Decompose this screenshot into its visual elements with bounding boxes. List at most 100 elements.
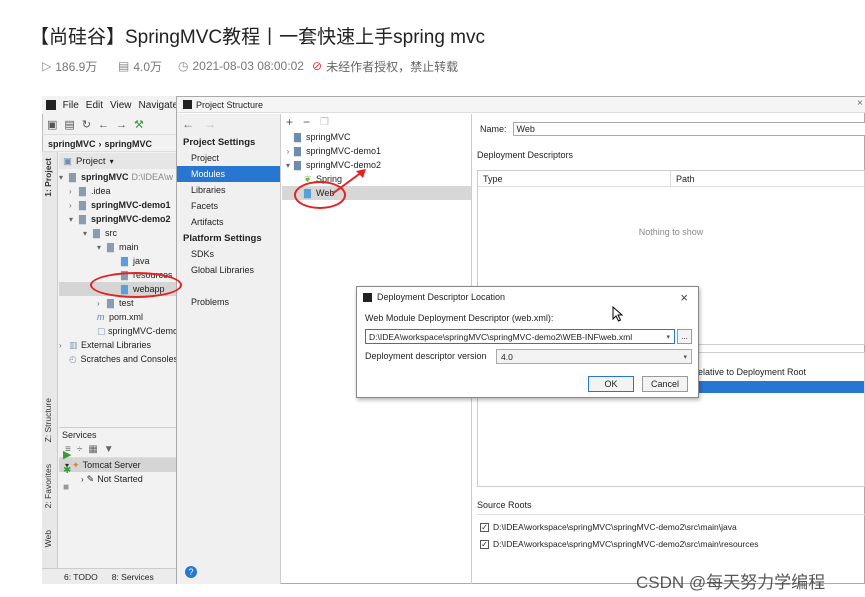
nav-item-global-libraries[interactable]: Global Libraries [177,262,280,278]
open-folder-icon[interactable]: ▣ [47,118,57,131]
ide-bottombar: 6: TODO 8: Services [42,568,178,584]
project-view-header[interactable]: ▣ Project ▾ [59,153,178,169]
module-item[interactable]: ▾ ▇ springMVC-demo2 [282,158,471,172]
chevron-down-icon[interactable]: ▾ [666,333,670,341]
ok-button[interactable]: OK [588,376,634,392]
version-select[interactable]: 4.0 ▾ [496,349,692,364]
folder-icon: ▇ [107,297,114,308]
back-icon[interactable]: ← [98,119,109,131]
tab-favorites[interactable]: 2: Favorites [43,464,53,508]
group-icon[interactable]: ▦ [88,444,97,455]
name-row: Name: Web [480,122,865,136]
forward-icon[interactable]: → [204,117,216,131]
tab-services[interactable]: 8: Services [112,572,154,582]
filter-icon[interactable]: ▼ [104,444,114,455]
nav-item-artifacts[interactable]: Artifacts [177,214,280,230]
path-label: Web Module Deployment Descriptor (web.xm… [365,313,554,323]
close-icon[interactable]: × [857,98,863,109]
menu-navigate[interactable]: Navigate [139,100,178,111]
empty-text: Nothing to show [638,227,704,237]
tree-item[interactable]: m pom.xml [59,310,178,324]
service-tomcat[interactable]: ▾ ✦ Tomcat Server [59,458,178,472]
tree-item[interactable]: ▾ ▇ main [59,240,178,254]
sync-icon[interactable]: ↻ [82,118,91,131]
nav-item-facets[interactable]: Facets [177,198,280,214]
no-repost-notice: ⊘ 未经作者授权，禁止转载 [312,59,459,74]
nav-item-modules[interactable]: Modules [177,166,280,182]
project-structure-titlebar: Project Structure [177,97,865,113]
services-title: Services [62,430,97,440]
menu-edit[interactable]: Edit [86,100,103,111]
tab-project[interactable]: 1: Project [43,158,53,197]
tree-item[interactable]: ▾ ▇ springMVC-demo2 [59,212,178,226]
collapse-icon[interactable]: ÷ [77,444,83,455]
menu-file[interactable]: File [63,100,79,111]
tree-item[interactable]: ◴ Scratches and Consoles [59,352,178,366]
tree-item[interactable]: › ▇ test [59,296,178,310]
col-type[interactable]: Type [478,171,671,186]
nav-item-problems[interactable]: Problems [177,294,280,310]
nav-section-platform-settings: Platform Settings [183,232,262,244]
save-icon[interactable]: ▤ [64,118,74,131]
tree-item[interactable]: › ▥ External Libraries [59,338,178,352]
tab-todo[interactable]: 6: TODO [64,572,98,582]
source-root-item[interactable]: ✓ D:\IDEA\workspace\springMVC\springMVC-d… [480,539,758,549]
nav-item-libraries[interactable]: Libraries [177,182,280,198]
tree-item[interactable]: ▾ ▇ src [59,226,178,240]
modules-toolbar: + − ❐ [282,114,471,130]
dialog-titlebar: Deployment Descriptor Location [357,287,698,307]
debug-icon[interactable]: ✱ [63,465,71,476]
deployment-descriptor-dialog: Deployment Descriptor Location × Web Mod… [356,286,699,398]
deployment-descriptors-label: Deployment Descriptors [477,150,574,160]
nav-section-project-settings: Project Settings [183,136,256,148]
window-title: Project Structure [196,99,264,110]
breadcrumb-item[interactable]: springMVC [48,139,96,149]
browse-button[interactable]: ... [677,329,692,344]
nav-item-project[interactable]: Project [177,150,280,166]
side-tool-strip: 1: Project Z: Structure 2: Favorites Web [42,152,58,582]
maven-icon: m [97,312,105,322]
service-not-started[interactable]: › ✎ Not Started [59,472,178,486]
library-icon: ▥ [69,339,78,350]
name-input[interactable]: Web [512,122,865,136]
tab-structure[interactable]: Z: Structure [43,398,53,442]
remove-icon[interactable]: − [303,115,310,129]
divider [477,514,865,515]
checkbox-checked-icon[interactable]: ✓ [480,539,489,549]
source-root-item[interactable]: ✓ D:\IDEA\workspace\springMVC\springMVC-d… [480,522,737,532]
services-toolbar: ≡ ÷ ▦ ▼ [59,442,178,458]
module-icon: ▇ [294,159,301,170]
selected-row[interactable] [693,381,864,393]
tree-item[interactable]: › ▇ .idea [59,184,178,198]
breadcrumb-item[interactable]: springMVC [105,139,153,149]
tree-item-root[interactable]: ▾ ▇ springMVC D:\IDEA\w [59,170,178,184]
source-roots-label: Source Roots [477,500,532,510]
run-icon[interactable]: ▶ [63,448,71,461]
module-item[interactable]: › ▇ springMVC-demo1 [282,144,471,158]
tree-item[interactable]: ▇ java [59,254,178,268]
folder-icon: ▇ [93,227,100,238]
annotation-circle-webapp [90,272,182,298]
back-icon[interactable]: ← [182,117,194,131]
iml-file-icon: ▢ [97,325,106,336]
checkbox-checked-icon[interactable]: ✓ [480,522,489,532]
forward-icon[interactable]: → [116,119,127,131]
tab-web[interactable]: Web [43,530,53,547]
nav-item-sdks[interactable]: SDKs [177,246,280,262]
help-icon[interactable]: ? [185,566,197,578]
tree-item[interactable]: › ▇ springMVC-demo1 [59,198,178,212]
copy-icon[interactable]: ❐ [320,117,329,128]
module-item[interactable]: ▇ springMVC [282,130,471,144]
close-icon[interactable]: × [680,290,688,305]
add-icon[interactable]: + [286,115,293,129]
cancel-button[interactable]: Cancel [642,376,688,392]
tree-item[interactable]: ▢ springMVC-demo [59,324,178,338]
stop-icon[interactable]: ■ [63,482,69,493]
descriptor-path-input[interactable]: D:\IDEA\workspace\springMVC\springMVC-de… [365,329,675,344]
module-icon: ▇ [294,131,301,142]
watermark: CSDN @每天努力学编程 [636,573,826,592]
col-path[interactable]: Path [671,171,695,186]
module-folder-icon: ▇ [79,213,86,224]
build-icon[interactable]: ⚒ [134,118,144,131]
menu-view[interactable]: View [110,100,132,111]
